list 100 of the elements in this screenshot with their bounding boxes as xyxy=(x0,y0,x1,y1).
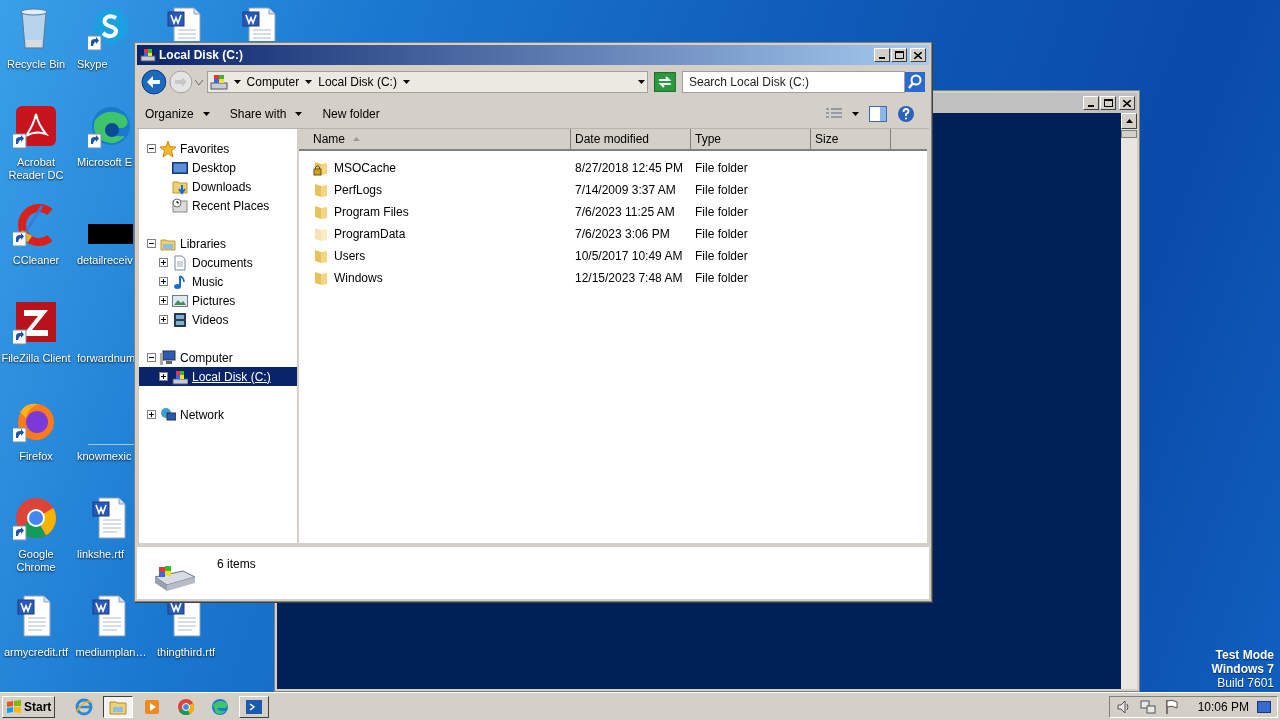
film-icon xyxy=(172,311,188,328)
type-cell-text: File folder xyxy=(694,160,749,177)
column-header[interactable]: Type xyxy=(691,129,811,149)
desktop-icon-label[interactable]: Google Chrome xyxy=(0,548,74,574)
clock[interactable]: 10:06 PM xyxy=(1197,697,1249,716)
flag-icon[interactable] xyxy=(1163,698,1180,715)
address-bar[interactable]: Computer Local Disk (C:) xyxy=(206,71,649,93)
nav-tree-item[interactable]: Libraries xyxy=(139,234,297,253)
chrome-icon[interactable] xyxy=(13,496,59,542)
maximize-button[interactable] xyxy=(1100,96,1116,110)
locked-folder-icon xyxy=(313,160,329,176)
close-button[interactable] xyxy=(910,48,926,62)
file-name[interactable]: ProgramData xyxy=(334,225,406,243)
breadcrumb-item[interactable]: Local Disk (C:) xyxy=(318,73,397,91)
nav-tree-item[interactable]: Local Disk (C:) xyxy=(139,367,297,386)
search-icon[interactable] xyxy=(905,72,925,92)
ftp-client-icon[interactable] xyxy=(13,300,59,346)
music-note-icon xyxy=(172,273,188,290)
expand-toggle-icon[interactable] xyxy=(159,258,168,267)
picture-icon xyxy=(172,292,188,309)
date-cell-text: 8/27/2018 12:45 PM xyxy=(574,160,685,177)
minimize-button[interactable] xyxy=(874,48,890,62)
close-button[interactable] xyxy=(1119,96,1135,110)
maximize-button[interactable] xyxy=(891,48,907,62)
desktop-icon-label[interactable]: thingthird.rtf xyxy=(148,646,224,659)
star-icon xyxy=(160,140,176,157)
close-icon xyxy=(1123,99,1131,107)
desktop-icon-label[interactable]: linkshe.rtf xyxy=(77,548,125,561)
dropdown-caret-icon xyxy=(202,111,210,116)
nav-tree-item[interactable]: Desktop xyxy=(139,158,297,177)
file-name[interactable]: PerfLogs xyxy=(334,181,383,199)
collapse-toggle-icon[interactable] xyxy=(147,144,156,153)
expand-toggle-icon[interactable] xyxy=(159,296,168,305)
folder-icon xyxy=(313,270,329,286)
breadcrumb-item[interactable]: Computer xyxy=(246,73,300,91)
desktop-icon-label[interactable]: Microsoft E xyxy=(77,156,132,169)
help-icon[interactable] xyxy=(897,104,915,123)
desktop-icon-label[interactable]: forwardnum xyxy=(77,352,136,365)
drive-icon xyxy=(140,47,156,63)
scroll-bar[interactable] xyxy=(1121,113,1137,689)
folder-icon xyxy=(313,182,329,198)
chrome-icon xyxy=(176,696,197,717)
close-icon xyxy=(914,51,922,59)
start-button[interactable]: Start xyxy=(2,695,56,718)
desktop-icon-label[interactable]: knowmexic xyxy=(77,450,132,463)
folder-icon xyxy=(313,226,329,242)
file-name[interactable]: Program Files xyxy=(334,203,409,221)
collapse-toggle-icon[interactable] xyxy=(147,353,156,362)
show-desktop-button[interactable] xyxy=(1257,700,1271,713)
history-dropdown-icon[interactable] xyxy=(194,79,203,85)
column-header[interactable]: Size xyxy=(811,129,891,149)
desktop-icon-label[interactable]: Firefox xyxy=(0,450,74,463)
minimize-button[interactable] xyxy=(1083,96,1099,110)
preview-pane-icon[interactable] xyxy=(869,105,887,122)
toolbar-button[interactable]: New folder xyxy=(322,104,380,123)
nav-tree-item[interactable]: Computer xyxy=(139,348,297,367)
item-count: 6 items xyxy=(217,556,256,573)
toolbar-button[interactable]: Organize xyxy=(145,104,210,123)
nav-tree-item[interactable]: Favorites xyxy=(139,139,297,158)
collapse-toggle-icon[interactable] xyxy=(147,239,156,248)
desktop-icon-label[interactable]: mediumplan… xyxy=(73,646,149,659)
back-button[interactable] xyxy=(141,69,167,95)
breadcrumb-caret-icon xyxy=(233,80,241,84)
search-field[interactable]: Search Local Disk (C:) xyxy=(682,71,905,93)
date-cell-text: 7/6/2023 11:25 AM xyxy=(574,204,676,221)
nav-tree-item[interactable]: Documents xyxy=(139,253,297,272)
column-header[interactable]: Name xyxy=(299,129,571,149)
expand-toggle-icon[interactable] xyxy=(147,410,156,419)
desktop-icon-label[interactable]: armycredit.rtf xyxy=(0,646,74,659)
system-note-text: Test Mode xyxy=(1215,648,1274,662)
nav-tree-item[interactable]: Pictures xyxy=(139,291,297,310)
nav-tree-item[interactable]: Videos xyxy=(139,310,297,329)
nav-tree-item[interactable]: Downloads xyxy=(139,177,297,196)
type-cell-text: File folder xyxy=(694,182,749,199)
scroll-up-button[interactable] xyxy=(1121,113,1137,129)
refresh-button[interactable] xyxy=(654,72,676,92)
breadcrumb-caret-icon xyxy=(305,80,313,84)
column-header[interactable]: Date modified xyxy=(571,129,691,149)
pdf-reader-icon[interactable] xyxy=(13,104,59,150)
file-name[interactable]: Windows xyxy=(334,269,383,287)
window-title: Local Disk (C:) xyxy=(159,47,244,64)
computer-icon xyxy=(160,349,176,366)
toolbar-button[interactable]: Share with xyxy=(229,104,303,123)
desktop-icon-label[interactable]: FileZilla Client xyxy=(0,352,74,365)
speaker-icon[interactable] xyxy=(1115,698,1132,715)
file-name[interactable]: Users xyxy=(334,247,366,265)
expand-toggle-icon[interactable] xyxy=(159,277,168,286)
desktop-icon-label[interactable]: detailreceiv xyxy=(77,254,133,267)
nav-tree-item[interactable]: Music xyxy=(139,272,297,291)
file-name[interactable]: MSOCache xyxy=(334,159,397,177)
browser-icon xyxy=(210,696,231,717)
scroll-thumb[interactable] xyxy=(1121,130,1137,138)
date-cell-text: 12/15/2023 7:48 AM xyxy=(574,270,684,287)
expand-toggle-icon[interactable] xyxy=(159,372,168,381)
nav-tree-item[interactable]: Recent Places xyxy=(139,196,297,215)
taskbar-app-button[interactable] xyxy=(103,695,134,718)
nav-tree-item[interactable]: Network xyxy=(139,405,297,424)
expand-toggle-icon[interactable] xyxy=(159,315,168,324)
folder-icon xyxy=(313,204,329,220)
network-icon[interactable] xyxy=(1139,698,1156,715)
